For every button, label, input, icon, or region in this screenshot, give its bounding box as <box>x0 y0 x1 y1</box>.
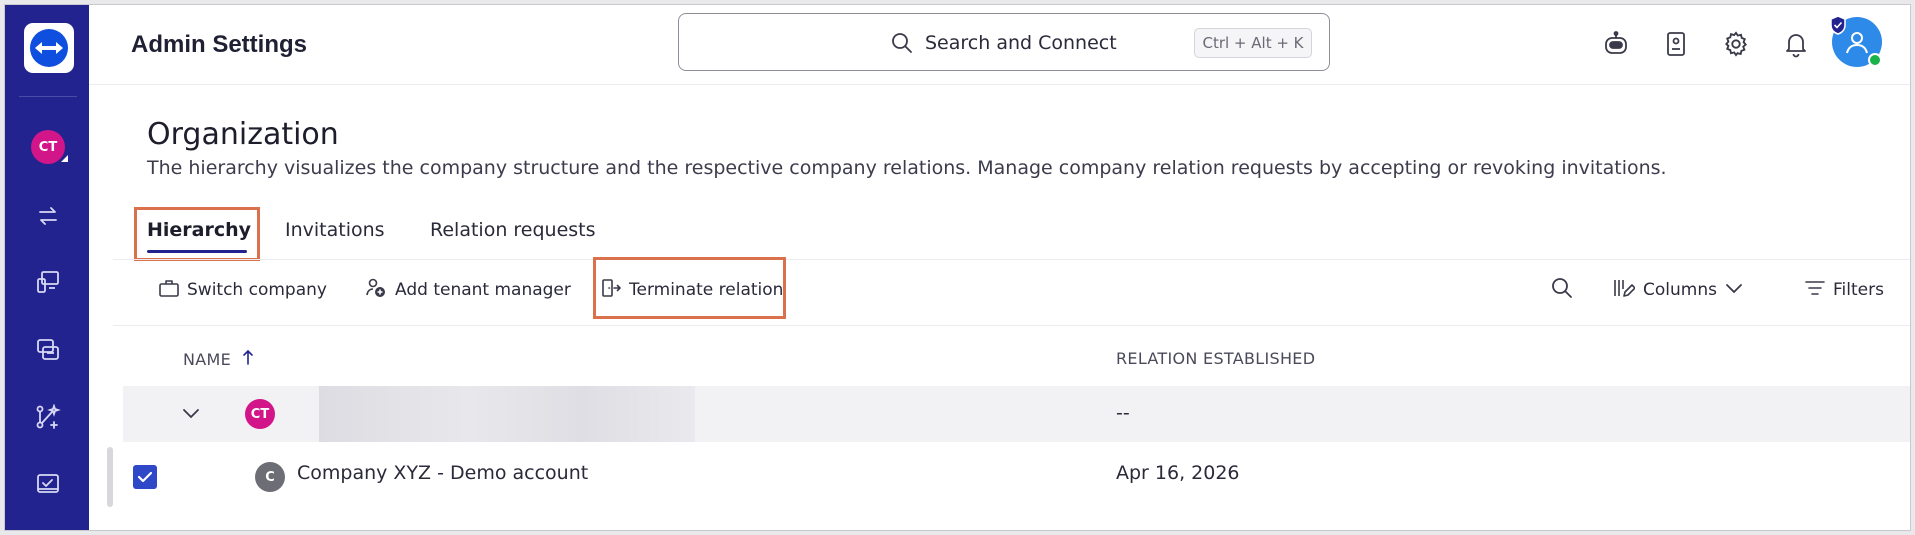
assistant-robot-icon[interactable] <box>1601 29 1631 59</box>
top-header: Admin Settings Search and Connect Ctrl +… <box>89 5 1910 85</box>
page-title: Organization <box>147 117 339 152</box>
main-content: Organization The hierarchy visualizes th… <box>89 85 1910 530</box>
company-avatar: CT <box>245 399 275 429</box>
tasks-icon[interactable] <box>33 468 63 498</box>
shield-icon <box>1829 15 1847 39</box>
chevron-down-icon <box>1725 280 1743 300</box>
switch-company-button[interactable]: Switch company <box>159 275 327 305</box>
column-header-relation-established[interactable]: RELATION ESTABLISHED <box>1116 349 1315 368</box>
filters-label: Filters <box>1833 280 1884 300</box>
workflow-icon[interactable] <box>33 402 63 432</box>
table-search-button[interactable] <box>1551 275 1573 305</box>
gear-icon[interactable] <box>1721 29 1751 59</box>
relation-established-cell: -- <box>1116 402 1130 424</box>
table-row[interactable]: CT -- <box>123 386 1910 442</box>
app-title: Admin Settings <box>131 31 308 58</box>
page-description: The hierarchy visualizes the company str… <box>147 157 1667 179</box>
nav-company-avatar[interactable]: CT <box>31 130 65 164</box>
search-shortcut-badge: Ctrl + Alt + K <box>1194 28 1312 58</box>
tab-invitations[interactable]: Invitations <box>285 219 385 241</box>
contacts-icon[interactable] <box>1661 29 1691 59</box>
switch-company-label: Switch company <box>187 280 327 300</box>
nav-divider <box>19 96 77 97</box>
relation-established-cell: Apr 16, 2026 <box>1116 462 1240 484</box>
app-logo[interactable] <box>24 23 74 73</box>
filter-icon <box>1805 280 1825 301</box>
columns-edit-icon <box>1613 277 1636 304</box>
bell-icon[interactable] <box>1781 29 1811 59</box>
row-checkbox[interactable] <box>133 465 157 489</box>
transfer-icon[interactable] <box>33 201 63 231</box>
column-header-name[interactable]: NAME <box>183 349 254 369</box>
app-window: CT Admin Settings Search and Connect Ctr… <box>4 4 1911 531</box>
column-header-name-label: NAME <box>183 350 232 369</box>
search-icon <box>891 32 913 58</box>
terminate-highlight-box <box>593 257 786 319</box>
add-tenant-manager-label: Add tenant manager <box>395 280 571 300</box>
sessions-icon[interactable] <box>33 335 63 365</box>
company-avatar: C <box>255 462 285 492</box>
tab-divider <box>113 259 1910 260</box>
tab-highlight-box <box>134 207 260 261</box>
briefcase-icon <box>159 279 179 302</box>
sort-ascending-icon <box>242 349 254 369</box>
tab-relation-requests[interactable]: Relation requests <box>430 219 596 241</box>
teamviewer-logo-icon <box>30 29 68 67</box>
nav-avatar-indicator <box>61 155 68 162</box>
chevron-down-icon[interactable] <box>181 406 201 425</box>
online-status-dot <box>1868 53 1882 67</box>
left-nav: CT <box>5 5 89 530</box>
search-placeholder: Search and Connect <box>925 32 1117 54</box>
columns-label: Columns <box>1643 280 1717 300</box>
toolbar-divider <box>113 325 1910 326</box>
columns-button[interactable]: Columns <box>1613 275 1743 305</box>
search-icon <box>1551 277 1573 304</box>
row-indicator-bar <box>107 447 113 507</box>
company-name-cell[interactable]: Company XYZ - Demo account <box>297 462 588 484</box>
search-bar[interactable]: Search and Connect Ctrl + Alt + K <box>678 13 1330 71</box>
filters-button[interactable]: Filters <box>1805 275 1884 305</box>
add-manager-icon <box>365 277 387 304</box>
add-tenant-manager-button[interactable]: Add tenant manager <box>365 275 571 305</box>
redacted-company-name <box>319 386 695 442</box>
remote-device-icon[interactable] <box>33 267 63 297</box>
